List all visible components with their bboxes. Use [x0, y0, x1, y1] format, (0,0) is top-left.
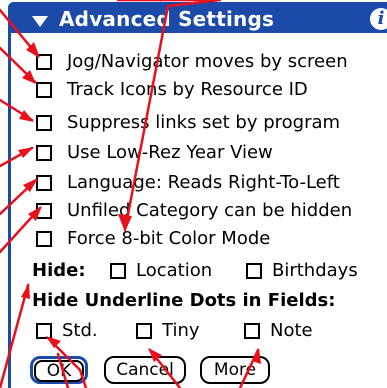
option-force-8bit-color[interactable]: Force 8-bit Color Mode: [36, 226, 270, 252]
checkbox[interactable]: [36, 54, 52, 70]
hide-location-option[interactable]: Location: [110, 258, 212, 284]
checkbox[interactable]: [36, 203, 52, 219]
checkbox[interactable]: [36, 145, 52, 161]
checkbox[interactable]: [246, 263, 262, 279]
checkbox[interactable]: [36, 323, 52, 339]
option-language-rtl[interactable]: Language: Reads Right-To-Left: [36, 170, 340, 196]
option-label: Note: [270, 320, 313, 341]
option-track-icons[interactable]: Track Icons by Resource ID: [36, 77, 308, 103]
checkbox[interactable]: [36, 231, 52, 247]
ok-button-label: OK: [34, 360, 84, 382]
cancel-button-label: Cancel: [116, 360, 174, 380]
hide-label: Hide:: [32, 260, 86, 281]
option-label: Birthdays: [272, 260, 358, 281]
underline-std-option[interactable]: Std.: [36, 318, 98, 344]
checkbox[interactable]: [36, 175, 52, 191]
option-label: Tiny: [162, 320, 200, 341]
option-jog-navigator[interactable]: Jog/Navigator moves by screen: [36, 49, 348, 75]
ok-button[interactable]: OK: [30, 356, 88, 384]
info-icon[interactable]: i: [370, 8, 387, 30]
option-label: Force 8-bit Color Mode: [67, 228, 271, 249]
checkbox[interactable]: [244, 323, 260, 339]
underline-note-option[interactable]: Note: [244, 318, 313, 344]
option-label: Std.: [62, 320, 98, 341]
hide-birthdays-option[interactable]: Birthdays: [246, 258, 358, 284]
checkbox[interactable]: [110, 263, 126, 279]
palm-advanced-settings-screen: Advanced Settings i Jog/Navigator moves …: [0, 0, 387, 388]
option-low-rez-year-view[interactable]: Use Low-Rez Year View: [36, 140, 273, 166]
option-label: Track Icons by Resource ID: [67, 79, 308, 100]
underline-tiny-option[interactable]: Tiny: [136, 318, 200, 344]
option-label: Use Low-Rez Year View: [67, 142, 273, 163]
option-unfiled-category[interactable]: Unfiled Category can be hidden: [36, 198, 352, 224]
option-suppress-links[interactable]: Suppress links set by program: [36, 110, 340, 136]
more-button-label: More: [213, 360, 257, 380]
option-label: Location: [136, 260, 213, 281]
option-label: Suppress links set by program: [67, 112, 341, 133]
option-label: Language: Reads Right-To-Left: [67, 172, 340, 193]
dialog-title: Advanced Settings: [59, 7, 275, 31]
underline-dots-label: Hide Underline Dots in Fields:: [32, 290, 336, 311]
option-label: Jog/Navigator moves by screen: [67, 51, 348, 72]
checkbox[interactable]: [136, 323, 152, 339]
more-button[interactable]: More: [200, 356, 270, 384]
checkbox[interactable]: [36, 115, 52, 131]
checkbox[interactable]: [36, 82, 52, 98]
menu-triangle-icon[interactable]: [32, 16, 48, 27]
cancel-button[interactable]: Cancel: [104, 356, 186, 384]
title-bar: Advanced Settings i: [8, 2, 387, 33]
option-label: Unfiled Category can be hidden: [67, 200, 353, 221]
